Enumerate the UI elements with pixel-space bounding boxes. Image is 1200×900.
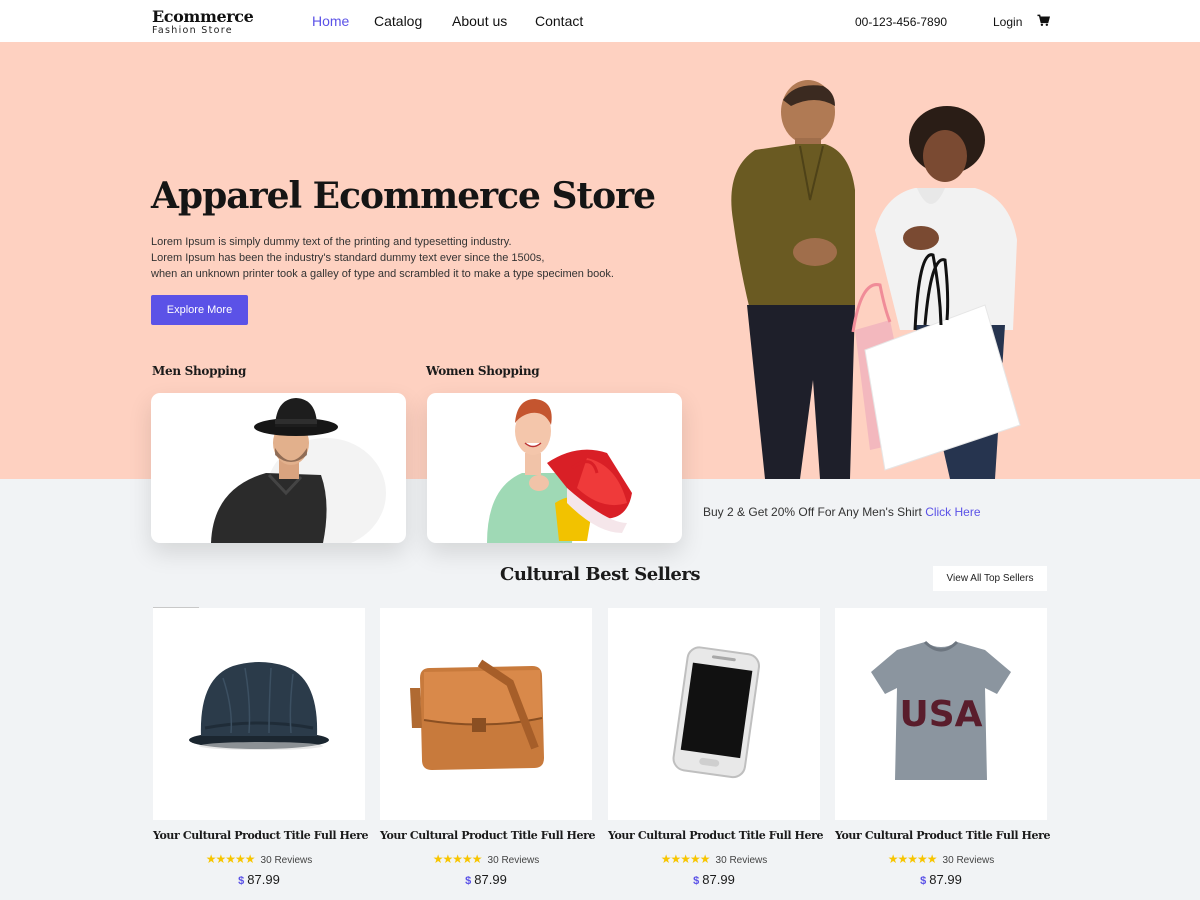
product-rating: ★★★★★ 30 Reviews xyxy=(835,852,1047,866)
brand-subtitle: Fashion Store xyxy=(152,25,233,36)
product-price: $87.99 xyxy=(380,872,592,887)
usa-tshirt-image: USA xyxy=(871,640,1011,780)
nav-contact[interactable]: Contact xyxy=(535,13,583,29)
hero-description-line: Lorem Ipsum is simply dummy text of the … xyxy=(151,236,512,248)
currency-symbol: $ xyxy=(465,875,472,887)
hero-title: Apparel Ecommerce Store xyxy=(151,175,656,217)
product-image[interactable] xyxy=(380,608,592,820)
rating-stars-icon: ★★★★★ xyxy=(887,852,938,866)
product-card: Your Cultural Product Title Full Here ★★… xyxy=(380,608,596,900)
price-value: 87.99 xyxy=(929,872,962,887)
rating-stars-icon: ★★★★★ xyxy=(205,852,256,866)
top-navbar: Ecommerce Fashion Store Home Catalog Abo… xyxy=(0,0,1200,42)
nav-about-us[interactable]: About us xyxy=(452,13,507,29)
woman-with-bags-image xyxy=(487,399,632,543)
product-price: $87.99 xyxy=(608,872,820,887)
smartphone-image xyxy=(672,646,760,779)
review-count: 30 Reviews xyxy=(260,855,313,866)
price-value: 87.99 xyxy=(702,872,735,887)
review-count: 30 Reviews xyxy=(487,855,540,866)
product-title[interactable]: Your Cultural Product Title Full Here xyxy=(380,829,596,842)
promo-text: Buy 2 & Get 20% Off For Any Men's Shirt xyxy=(703,505,922,519)
women-shopping-card[interactable] xyxy=(427,393,682,543)
hero-description: Lorem Ipsum is simply dummy text of the … xyxy=(151,234,671,282)
product-price: $87.99 xyxy=(153,872,365,887)
svg-text:USA: USA xyxy=(899,694,982,735)
product-rating: ★★★★★ 30 Reviews xyxy=(608,852,820,866)
brand-title: Ecommerce xyxy=(152,7,254,26)
phone-number: 00-123-456-7890 xyxy=(855,15,948,29)
nav-catalog[interactable]: Catalog xyxy=(374,13,422,29)
men-shopping-card[interactable] xyxy=(151,393,406,543)
man-with-hat-image xyxy=(211,398,386,543)
product-image[interactable] xyxy=(153,608,365,820)
currency-symbol: $ xyxy=(920,875,927,887)
hero-description-line: Lorem Ipsum has been the industry's stan… xyxy=(151,252,545,264)
product-card: USA Your Cultural Product Title Full Her… xyxy=(835,608,1051,900)
hero-description-line: when an unknown printer took a galley of… xyxy=(151,268,614,280)
shopping-couple-image xyxy=(731,80,1021,479)
explore-more-button[interactable]: Explore More xyxy=(151,295,248,325)
product-title[interactable]: Your Cultural Product Title Full Here xyxy=(608,829,824,842)
product-rating: ★★★★★ 30 Reviews xyxy=(380,852,592,866)
review-count: 30 Reviews xyxy=(942,855,995,866)
product-image[interactable]: USA xyxy=(835,608,1047,820)
product-card: Your Cultural Product Title Full Here ★★… xyxy=(153,608,369,900)
login-link[interactable]: Login xyxy=(993,15,1022,29)
leather-bag-image xyxy=(410,659,544,770)
cart-icon[interactable] xyxy=(1037,14,1050,27)
promo-click-here-link[interactable]: Click Here xyxy=(925,505,980,519)
review-count: 30 Reviews xyxy=(715,855,768,866)
product-title[interactable]: Your Cultural Product Title Full Here xyxy=(153,829,369,842)
product-price: $87.99 xyxy=(835,872,1047,887)
view-all-top-sellers-button[interactable]: View All Top Sellers xyxy=(933,566,1047,591)
product-image[interactable] xyxy=(608,608,820,820)
nav-home[interactable]: Home xyxy=(312,13,349,29)
women-shopping-label: Women Shopping xyxy=(426,364,540,378)
price-value: 87.99 xyxy=(474,872,507,887)
price-value: 87.99 xyxy=(247,872,280,887)
hat-image xyxy=(189,662,329,750)
brand-logo[interactable]: Ecommerce Fashion Store xyxy=(152,7,254,36)
currency-symbol: $ xyxy=(238,875,245,887)
product-title[interactable]: Your Cultural Product Title Full Here xyxy=(835,829,1051,842)
men-shopping-label: Men Shopping xyxy=(152,364,247,378)
currency-symbol: $ xyxy=(693,875,700,887)
rating-stars-icon: ★★★★★ xyxy=(432,852,483,866)
product-card: Your Cultural Product Title Full Here ★★… xyxy=(608,608,824,900)
rating-stars-icon: ★★★★★ xyxy=(660,852,711,866)
product-rating: ★★★★★ 30 Reviews xyxy=(153,852,365,866)
promo-text-row: Buy 2 & Get 20% Off For Any Men's Shirt … xyxy=(703,505,981,519)
